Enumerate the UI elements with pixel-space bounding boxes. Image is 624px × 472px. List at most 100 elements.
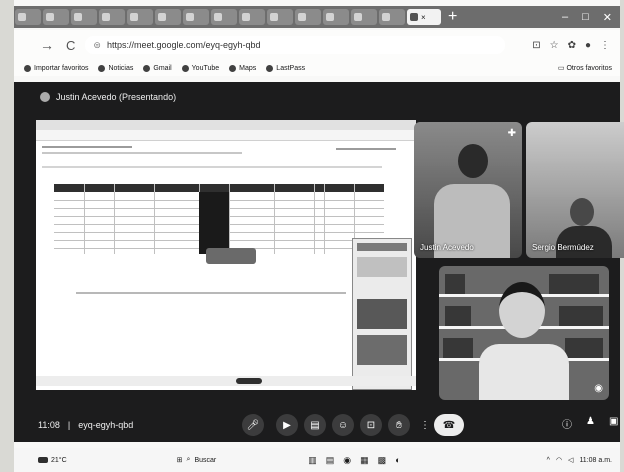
participant-body (556, 226, 612, 258)
clock[interactable]: 11:08 a.m. (579, 457, 612, 464)
browser-tab[interactable] (155, 9, 181, 25)
browser-tab[interactable] (99, 9, 125, 25)
bookmark-lastpass[interactable]: LastPass (266, 64, 306, 72)
divider: | (67, 420, 71, 430)
pinned-apps: ▥ ▤ ◉ ▦ ▩ ◐ (308, 455, 400, 466)
emoji-button[interactable]: ☺ (332, 414, 354, 436)
tab-favicon-icon (74, 13, 82, 21)
search-label[interactable]: Buscar (194, 457, 216, 464)
browser-tab[interactable] (267, 9, 293, 25)
more-options-button[interactable]: ⋮ (414, 414, 436, 436)
info-icon[interactable]: ⓘ (562, 416, 572, 431)
weather-widget[interactable]: 21°C (38, 457, 67, 464)
gmail-icon (143, 64, 151, 72)
network-icon[interactable]: ◠ (556, 456, 562, 464)
start-icon[interactable]: ⊞ (177, 456, 183, 464)
task-view-icon[interactable]: ▥ (308, 455, 317, 466)
camera-button[interactable]: ▶ (276, 414, 298, 436)
bookmark-label: LastPass (276, 64, 306, 72)
shared-text-line (76, 292, 346, 294)
sheet-col (229, 184, 230, 254)
participant-tile[interactable]: Justin Acevedo ✚ (414, 122, 522, 258)
leave-call-button[interactable]: ☎ (434, 414, 464, 436)
participant-name: Justin Acevedo (420, 243, 474, 252)
bookmark-label: YouTube (191, 64, 220, 72)
camera-icon[interactable]: ⊡ (532, 40, 540, 51)
chrome-icon[interactable]: ◉ (343, 455, 351, 466)
bookmark-news[interactable]: Noticias (98, 64, 133, 72)
shared-taskbar-pill (236, 378, 262, 384)
present-button[interactable]: ⊡ (360, 414, 382, 436)
other-bookmarks[interactable]: ▭ Otros favoritos (557, 64, 620, 73)
maximize-button[interactable]: □ (582, 11, 589, 24)
browser-tab[interactable] (295, 9, 321, 25)
chat-icon[interactable]: ▣ (609, 416, 618, 431)
window-controls: – □ ✕ (562, 11, 620, 24)
shared-doc-title (42, 146, 132, 148)
people-icon[interactable]: ♟ (586, 416, 595, 431)
browser-tab[interactable] (43, 9, 69, 25)
browser-tab[interactable] (127, 9, 153, 25)
tab-favicon-icon (102, 13, 110, 21)
lock-icon: ⊜ (93, 39, 101, 50)
browser-tab[interactable] (15, 9, 41, 25)
meeting-info: 11:08 | eyq-egyh-qbd (38, 420, 141, 430)
bookmark-youtube[interactable]: YouTube (181, 64, 220, 72)
minimize-button[interactable]: – (562, 11, 568, 24)
folder-icon: ▭ (557, 65, 567, 72)
bookmarks-bar: Importar favoritos Noticias Gmail YouTub… (14, 60, 620, 76)
mail-icon[interactable]: ▩ (378, 455, 387, 466)
chevron-up-icon[interactable]: ^ (547, 457, 550, 464)
sheet-col (154, 184, 155, 254)
browser-tab[interactable] (379, 9, 405, 25)
phone-image (357, 299, 407, 329)
browser-tab[interactable] (71, 9, 97, 25)
url-text: https://meet.google.com/eyq-egyh-qbd (106, 40, 261, 50)
search-icon[interactable]: ⌕ (187, 456, 191, 464)
lastpass-icon (266, 64, 274, 72)
store-icon[interactable]: ▦ (360, 455, 369, 466)
volume-icon[interactable]: ◁ (568, 456, 573, 464)
pin-icon[interactable]: ✚ (508, 128, 516, 139)
phone-content (357, 257, 407, 277)
tab-meet-active[interactable]: × (407, 9, 441, 25)
mic-button[interactable]: 🎤︎ (242, 414, 264, 436)
menu-icon[interactable]: ⋮ (600, 40, 610, 51)
participant-tile[interactable]: ◉ (439, 266, 609, 400)
browser-tab[interactable] (351, 9, 377, 25)
book (559, 306, 603, 326)
bookmark-maps[interactable]: Maps (229, 64, 256, 72)
participant-tile[interactable]: Sergio Bermúdez (526, 122, 624, 258)
system-tray: ^ ◠ ◁ 11:08 a.m. (547, 456, 620, 465)
tab-favicon-icon (158, 13, 166, 21)
shared-taskbar (36, 376, 416, 386)
import-icon (24, 64, 31, 72)
sheet-col (314, 184, 315, 254)
browser-tab[interactable] (183, 9, 209, 25)
bookmark-import[interactable]: Importar favoritos (24, 64, 88, 72)
url-field[interactable]: ⊜ https://meet.google.com/eyq-egyh-qbd (85, 36, 506, 54)
book (445, 274, 465, 294)
star-icon[interactable]: ☆ (550, 40, 559, 51)
files-icon[interactable]: ▤ (326, 455, 335, 466)
new-tab-button[interactable]: + (448, 8, 457, 26)
close-window-button[interactable]: ✕ (603, 11, 612, 24)
presenter-banner: Justin Acevedo (Presentando) (40, 92, 176, 102)
extensions-icon[interactable]: ✿ (568, 40, 576, 51)
captions-button[interactable]: ▤ (304, 414, 326, 436)
browser-tab[interactable] (211, 9, 237, 25)
start-search: ⊞ ⌕ Buscar (177, 456, 217, 464)
browser-window: × + – □ ✕ → C ⊜ https://meet.google.com/… (14, 0, 624, 472)
browser-tab[interactable] (323, 9, 349, 25)
bookmark-gmail[interactable]: Gmail (143, 64, 172, 72)
app-icon[interactable]: ◐ (395, 455, 400, 466)
close-tab-icon[interactable]: × (421, 13, 426, 22)
profile-icon[interactable]: ● (585, 40, 591, 51)
browser-tab[interactable] (239, 9, 265, 25)
sheet-col (274, 184, 275, 254)
reload-icon[interactable]: C (66, 38, 75, 53)
back-arrow-icon[interactable]: → (40, 37, 54, 53)
raise-hand-button[interactable]: ✋︎ (388, 414, 410, 436)
participant-head (570, 198, 594, 226)
tab-favicon-icon (18, 13, 26, 21)
